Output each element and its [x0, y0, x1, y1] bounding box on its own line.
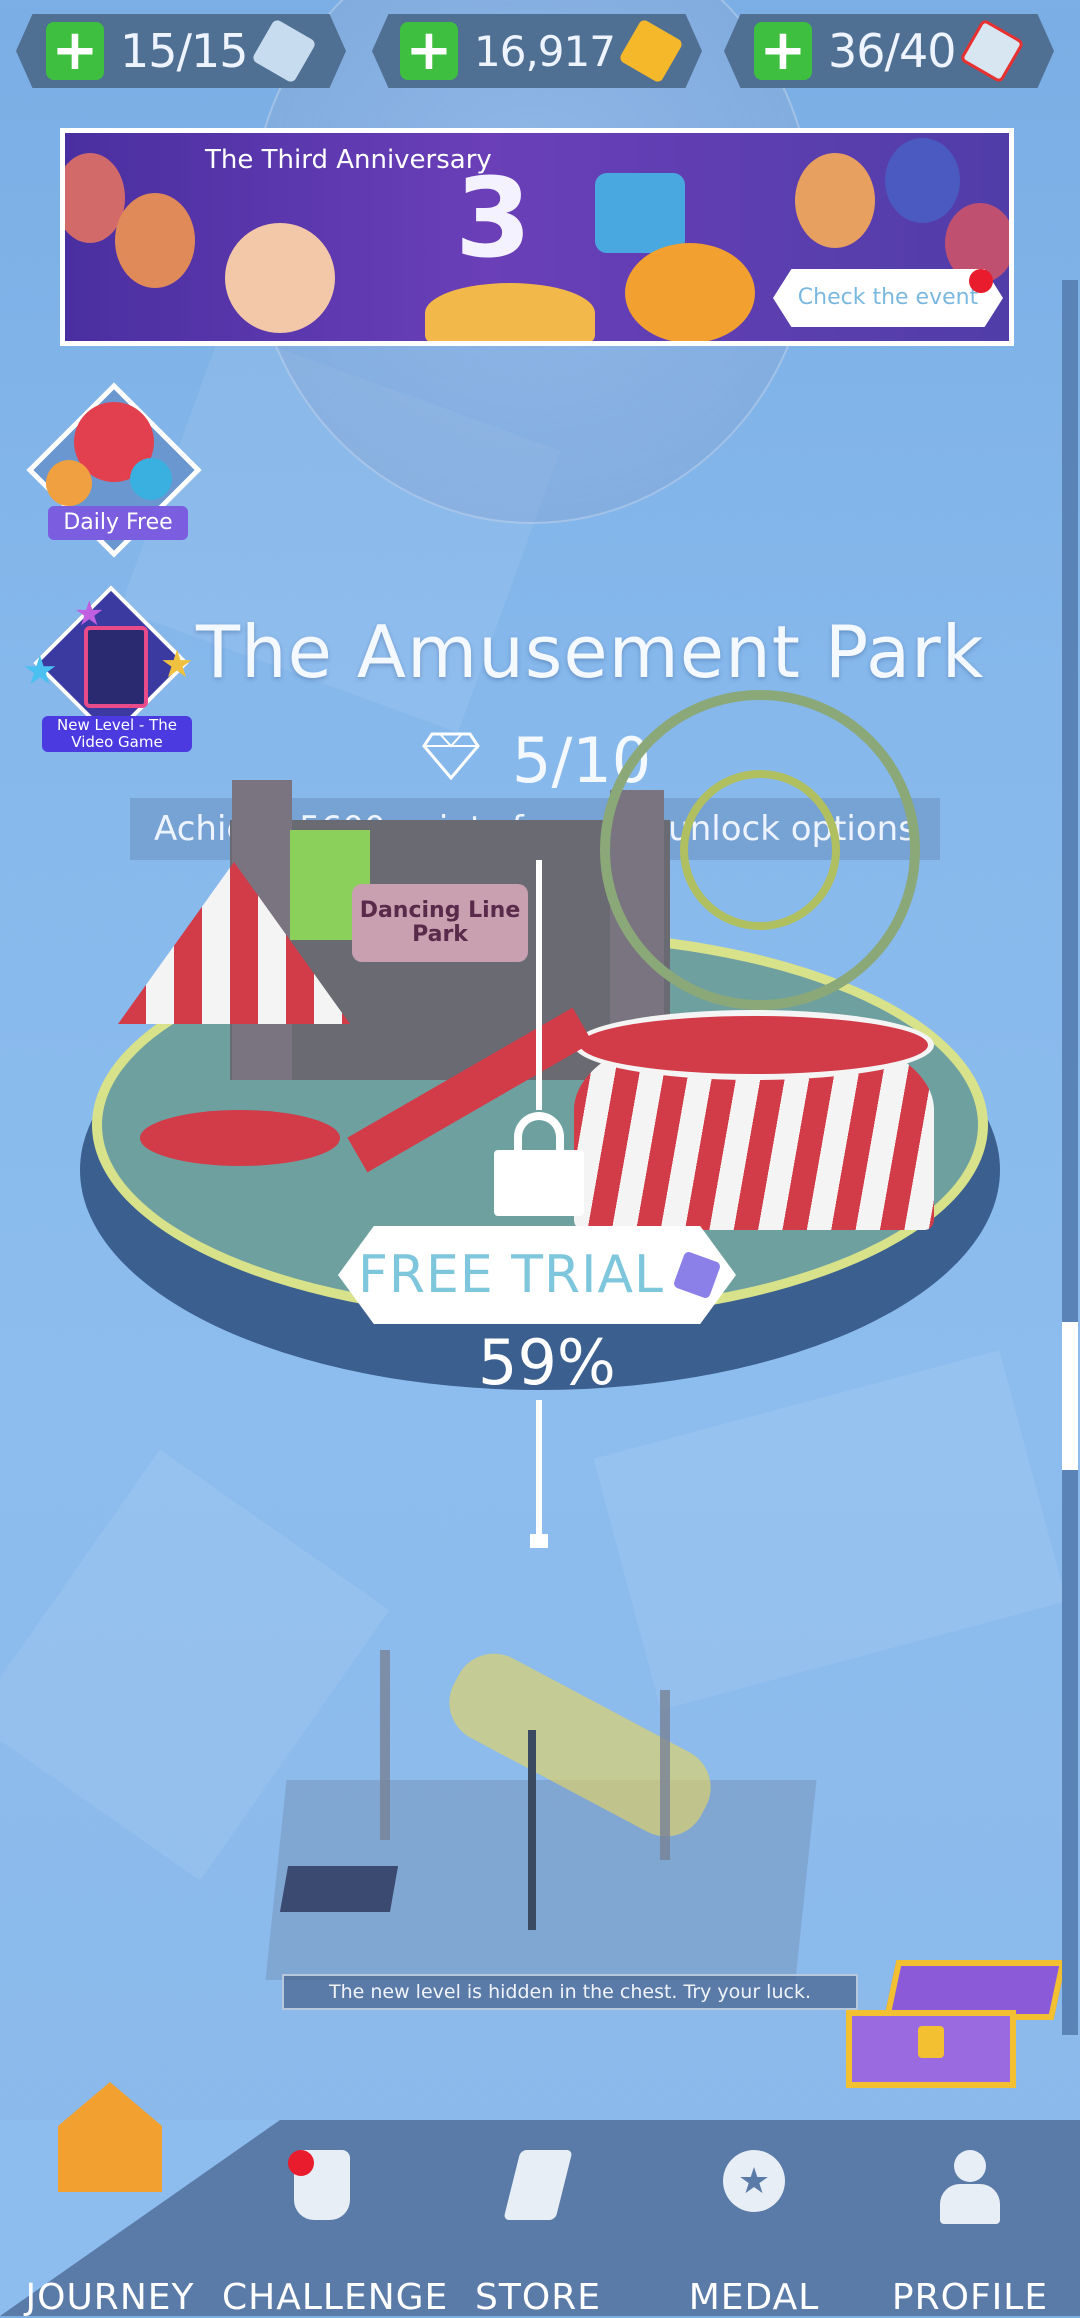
daily-free-label: Daily Free — [48, 506, 188, 540]
cube-icon — [672, 1250, 722, 1300]
gem-value: 36/40 — [828, 24, 957, 78]
path-node — [530, 1534, 548, 1548]
nav-journey[interactable]: JOURNEY — [10, 2080, 210, 2318]
gold-cube-icon — [618, 18, 684, 84]
bare-tree-icon — [660, 1690, 670, 1860]
completion-percent: 59% — [478, 1326, 616, 1399]
medal-icon: ★ — [723, 2150, 785, 2212]
arcade-machine-icon — [84, 626, 148, 708]
nav-challenge[interactable]: CHALLENGE — [222, 2150, 449, 2318]
balloon-icon — [130, 458, 172, 500]
path-line — [536, 860, 542, 1110]
lamp-post-icon — [528, 1730, 536, 1930]
banner-title: The Third Anniversary — [205, 145, 492, 175]
house-icon — [58, 2082, 162, 2192]
level-title: The Amusement Park — [196, 610, 985, 694]
diamond-icon — [422, 730, 480, 781]
daily-free-button[interactable]: Daily Free — [22, 378, 206, 562]
carousel-base — [140, 1110, 340, 1166]
robot-icon — [595, 173, 685, 253]
ferris-wheel-inner — [680, 770, 840, 930]
nav-label: CHALLENGE — [222, 2277, 449, 2318]
lock-icon[interactable] — [494, 1112, 584, 1216]
gold-value: 16,917 — [474, 26, 616, 76]
nav-store[interactable]: STORE — [438, 2150, 638, 2318]
add-energy-button[interactable]: + — [46, 22, 104, 80]
lock-body — [494, 1150, 584, 1216]
profile-head — [954, 2150, 986, 2182]
free-trial-label: FREE TRIAL — [357, 1245, 665, 1305]
park-sign[interactable]: Dancing Line Park — [352, 884, 528, 962]
circus-tent-roof — [574, 1010, 934, 1080]
energy-cube-icon — [250, 18, 317, 84]
profile-body — [940, 2184, 1000, 2224]
chest-hint: The new level is hidden in the chest. Tr… — [282, 1974, 858, 2010]
nav-label: PROFILE — [891, 2277, 1049, 2318]
notification-dot — [969, 269, 993, 293]
star-icon: ★ — [22, 648, 58, 694]
gem-counter[interactable]: + 36/40 — [724, 14, 1054, 88]
notification-dot — [288, 2150, 314, 2176]
anniversary-number: 3 — [455, 154, 532, 282]
nav-label: MEDAL — [688, 2277, 820, 2318]
nav-label: STORE — [475, 2277, 601, 2318]
chest-lock-icon — [918, 2026, 944, 2058]
balloon-icon — [115, 193, 195, 288]
star-icon: ★ — [74, 594, 105, 634]
scrollbar-track[interactable] — [1062, 280, 1078, 2035]
path-line — [536, 1400, 542, 1540]
star-icon: ★ — [160, 642, 195, 686]
bear-icon — [625, 243, 755, 341]
add-gold-button[interactable]: + — [400, 22, 458, 80]
energy-value: 15/15 — [120, 24, 249, 78]
gem-cube-icon — [958, 18, 1025, 84]
cake-icon — [425, 283, 595, 341]
balloon-icon — [885, 138, 960, 223]
scrollbar-thumb[interactable] — [1062, 1322, 1078, 1470]
balloon-icon — [46, 460, 92, 506]
nav-medal[interactable]: ★ MEDAL — [654, 2150, 854, 2318]
nav-profile[interactable]: PROFILE — [870, 2150, 1070, 2318]
bench-icon — [279, 1866, 399, 1912]
energy-counter[interactable]: + 15/15 — [16, 14, 346, 88]
new-level-button[interactable]: ★ ★ ★ New Level - The Video Game — [22, 585, 202, 758]
anniversary-banner[interactable]: The Third Anniversary 3 Check the event — [60, 128, 1014, 346]
treasure-chest-icon[interactable] — [846, 1960, 1067, 2090]
gold-counter[interactable]: + 16,917 — [372, 14, 702, 88]
jester-icon — [225, 223, 335, 333]
background-shape — [593, 1350, 1067, 1710]
bare-tree-icon — [380, 1650, 390, 1840]
nav-label: JOURNEY — [25, 2277, 195, 2318]
profile-icon — [940, 2150, 1000, 2224]
new-level-label: New Level - The Video Game — [42, 716, 192, 752]
add-gem-button[interactable]: + — [754, 22, 812, 80]
balloon-icon — [795, 153, 875, 248]
store-icon — [503, 2150, 573, 2220]
free-trial-button[interactable]: FREE TRIAL — [338, 1226, 736, 1324]
